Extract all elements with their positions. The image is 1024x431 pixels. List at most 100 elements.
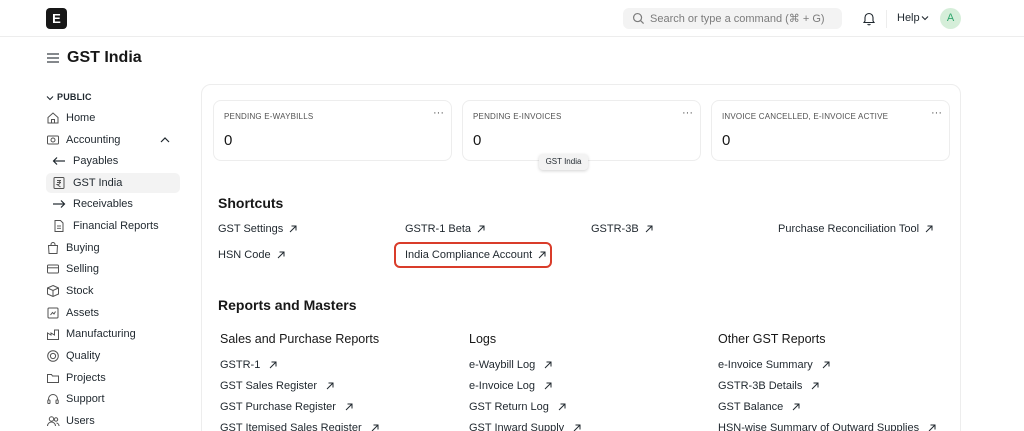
shortcut-gst-settings[interactable]: GST Settings	[218, 223, 297, 235]
report-link[interactable]: e-Waybill Log	[469, 359, 552, 371]
sidebar-item-label: Stock	[66, 285, 94, 297]
report-link-label: e-Invoice Summary	[718, 359, 813, 371]
report-link[interactable]: e-Invoice Log	[469, 380, 552, 392]
sidebar-section-public[interactable]: PUBLIC	[46, 92, 92, 102]
arrow-up-right-icon	[822, 361, 830, 369]
search-placeholder: Search or type a command (⌘ + G)	[650, 13, 825, 25]
report-link[interactable]: HSN-wise Summary of Outward Supplies	[718, 422, 936, 431]
shortcuts-heading: Shortcuts	[218, 195, 284, 211]
number-card-pending-ewaybills[interactable]: PENDING E-WAYBILLS ··· 0	[213, 100, 452, 161]
sidebar-item-label: Users	[66, 415, 95, 427]
sidebar-item-label: Support	[66, 393, 105, 405]
more-options-icon[interactable]: ···	[433, 107, 444, 119]
sidebar-item-label: Selling	[66, 263, 100, 275]
report-link[interactable]: GST Purchase Register	[220, 401, 353, 413]
sidebar-item-label: Receivables	[73, 198, 133, 210]
sidebar-toggle-icon[interactable]	[47, 52, 59, 64]
help-menu[interactable]: Help	[897, 12, 920, 24]
sidebar-item-assets[interactable]: Assets	[44, 303, 180, 323]
arrow-up-right-icon	[326, 382, 334, 390]
report-link[interactable]: GST Return Log	[469, 401, 566, 413]
arrow-up-right-icon	[477, 225, 485, 233]
sidebar-item-label: Manufacturing	[66, 328, 136, 340]
report-link[interactable]: GST Balance	[718, 401, 800, 413]
sidebar-item-users[interactable]: Users	[44, 411, 180, 431]
shortcut-hsn-code[interactable]: HSN Code	[218, 249, 285, 261]
arrow-up-right-icon	[538, 251, 546, 259]
number-card-pending-einvoices[interactable]: PENDING E-INVOICES ··· 0	[462, 100, 701, 161]
shortcut-purchase-reconciliation[interactable]: Purchase Reconciliation Tool	[778, 223, 933, 235]
arrow-up-right-icon	[345, 403, 353, 411]
users-icon	[47, 416, 60, 427]
search-icon	[632, 12, 645, 25]
quality-icon	[47, 350, 59, 362]
sidebar-item-support[interactable]: Support	[44, 389, 180, 409]
report-link-label: e-Invoice Log	[469, 380, 536, 392]
chevron-up-icon[interactable]	[160, 136, 170, 144]
more-options-icon[interactable]: ···	[682, 107, 693, 119]
report-link-label: e-Waybill Log	[469, 359, 536, 371]
report-link[interactable]: GSTR-1	[220, 359, 277, 371]
arrow-up-right-icon	[928, 424, 936, 431]
sidebar-item-accounting[interactable]: Accounting	[44, 130, 180, 150]
sidebar-item-stock[interactable]: Stock	[44, 281, 180, 301]
sidebar-item-home[interactable]: Home	[44, 108, 180, 128]
number-card-value: 0	[473, 132, 482, 149]
arrow-up-right-icon	[925, 225, 933, 233]
arrow-up-right-icon	[558, 403, 566, 411]
arrow-up-right-icon	[371, 424, 379, 431]
report-link[interactable]: GST Inward Supply	[469, 422, 581, 431]
sidebar-item-receivables[interactable]: Receivables	[46, 194, 180, 214]
card-title-other-gst: Other GST Reports	[718, 332, 826, 346]
report-link[interactable]: GSTR-3B Details	[718, 380, 819, 392]
support-icon	[47, 394, 59, 404]
folder-icon	[47, 374, 59, 383]
tooltip: GST India	[539, 154, 588, 170]
number-card-label: PENDING E-WAYBILLS	[224, 112, 314, 121]
shortcut-gstr1-beta[interactable]: GSTR-1 Beta	[405, 223, 485, 235]
file-icon	[54, 220, 64, 232]
sidebar-item-quality[interactable]: Quality	[44, 346, 180, 366]
app-logo[interactable]: E	[46, 8, 67, 29]
chevron-down-icon	[46, 95, 54, 100]
navbar-divider	[886, 10, 887, 28]
report-link[interactable]: e-Invoice Summary	[718, 359, 830, 371]
avatar[interactable]: A	[940, 8, 961, 29]
search-input[interactable]: Search or type a command (⌘ + G)	[623, 8, 842, 29]
more-options-icon[interactable]: ···	[931, 107, 942, 119]
sidebar-item-payables[interactable]: Payables	[46, 151, 180, 171]
arrow-up-right-icon	[289, 225, 297, 233]
shortcut-gstr3b[interactable]: GSTR-3B	[591, 223, 653, 235]
shortcut-label: HSN Code	[218, 249, 271, 261]
report-link-label: GST Balance	[718, 401, 784, 413]
report-link-label: GSTR-1	[220, 359, 261, 371]
number-card-label: INVOICE CANCELLED, E-INVOICE ACTIVE	[722, 112, 889, 121]
sidebar-item-label: Projects	[66, 372, 106, 384]
shortcut-label: GST Settings	[218, 223, 284, 235]
sidebar-item-label: Quality	[66, 350, 101, 362]
chevron-down-icon[interactable]	[921, 14, 929, 22]
report-link-label: GST Purchase Register	[220, 401, 336, 413]
box-icon	[47, 284, 59, 298]
shortcut-india-compliance-account[interactable]: India Compliance Account	[405, 249, 546, 261]
report-link[interactable]: GST Itemised Sales Register	[220, 422, 379, 431]
sidebar-section-label: PUBLIC	[57, 92, 92, 102]
report-link-label: HSN-wise Summary of Outward Supplies	[718, 422, 920, 431]
sidebar-item-buying[interactable]: Buying	[44, 238, 180, 258]
sidebar-item-selling[interactable]: Selling	[44, 259, 180, 279]
sidebar-item-financial-reports[interactable]: Financial Reports	[46, 216, 180, 236]
report-link[interactable]: GST Sales Register	[220, 380, 334, 392]
arrow-up-right-icon	[645, 225, 653, 233]
number-card-value: 0	[224, 132, 233, 149]
sidebar-item-label: Payables	[73, 155, 119, 167]
bell-icon[interactable]	[862, 11, 876, 26]
sidebar-item-label: GST India	[73, 177, 123, 189]
number-card-invoice-cancelled[interactable]: INVOICE CANCELLED, E-INVOICE ACTIVE ··· …	[711, 100, 950, 161]
sidebar-item-gst-india[interactable]: GST India	[46, 173, 180, 193]
sidebar-item-manufacturing[interactable]: Manufacturing	[44, 324, 180, 344]
arrow-left-icon	[52, 157, 65, 165]
card-icon	[47, 264, 59, 274]
arrow-up-right-icon	[544, 361, 552, 369]
card-title-logs: Logs	[469, 332, 497, 346]
sidebar-item-projects[interactable]: Projects	[44, 368, 180, 388]
